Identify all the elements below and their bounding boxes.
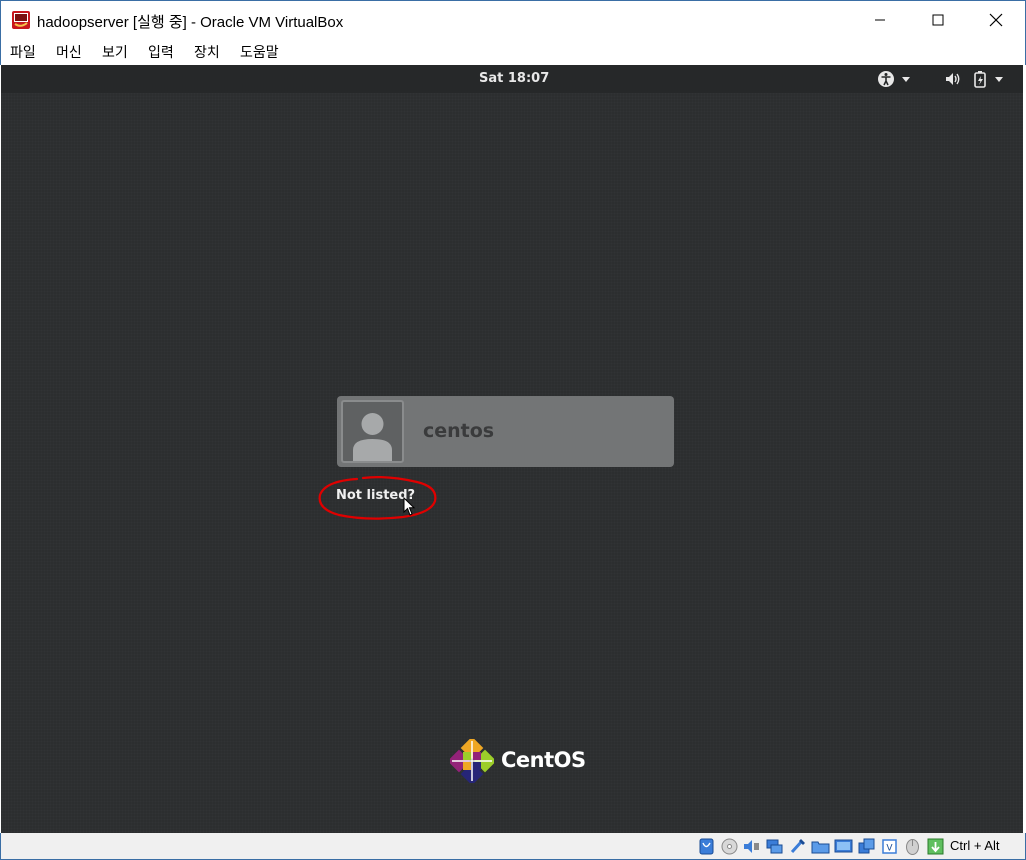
dropdown-arrow-icon [995, 77, 1003, 82]
audio-icon[interactable] [742, 837, 761, 856]
vm-display[interactable]: Sat 18:07 centos Not listed? CentOS [1, 65, 1023, 833]
centos-brand-name: CentOS [501, 748, 586, 772]
optical-drive-icon[interactable] [720, 837, 739, 856]
dropdown-arrow-icon [902, 77, 910, 82]
minimize-icon [875, 19, 885, 21]
svg-text:V: V [886, 844, 893, 854]
display-icon[interactable] [834, 837, 853, 856]
close-icon [989, 13, 1003, 27]
user-avatar-icon [341, 400, 404, 463]
menu-view[interactable]: 보기 [102, 42, 128, 62]
system-status-menu[interactable] [944, 70, 1006, 88]
menu-machine[interactable]: 머신 [56, 42, 82, 62]
maximize-icon [932, 14, 944, 26]
gnome-top-panel: Sat 18:07 [1, 65, 1023, 93]
accessibility-icon [878, 71, 894, 87]
mouse-integration-icon[interactable] [903, 837, 922, 856]
usb-icon[interactable] [788, 837, 807, 856]
window-title: hadoopserver [실행 중] - Oracle VM VirtualB… [37, 14, 344, 31]
hard-disk-icon[interactable] [697, 837, 716, 856]
vm-status-bar: V Ctrl + Alt [0, 833, 1026, 860]
mouse-cursor-icon [403, 497, 416, 516]
menu-input[interactable]: 입력 [148, 42, 174, 62]
cpu-icon[interactable]: V [880, 837, 899, 856]
close-button[interactable] [967, 1, 1025, 39]
accessibility-menu[interactable] [877, 70, 913, 88]
volume-icon [946, 73, 960, 85]
network-icon[interactable] [765, 837, 784, 856]
menu-file[interactable]: 파일 [10, 42, 36, 62]
window-title-bar[interactable]: hadoopserver [실행 중] - Oracle VM VirtualB… [0, 0, 1026, 38]
virtualbox-app-icon [12, 11, 30, 29]
minimize-button[interactable] [851, 1, 909, 39]
keyboard-capture-icon[interactable] [926, 837, 945, 856]
maximize-button[interactable] [909, 1, 967, 39]
centos-logo-icon [450, 739, 494, 783]
shared-folders-icon[interactable] [811, 837, 830, 856]
menu-help[interactable]: 도움말 [240, 42, 279, 62]
video-capture-icon[interactable] [857, 837, 876, 856]
battery-icon [974, 71, 986, 88]
menu-bar: 파일 머신 보기 입력 장치 도움말 [0, 38, 1026, 65]
host-key-label: Ctrl + Alt [950, 838, 1000, 853]
user-name: centos [423, 420, 495, 442]
user-list-item[interactable]: centos [337, 396, 674, 467]
clock[interactable]: Sat 18:07 [479, 71, 549, 86]
menu-devices[interactable]: 장치 [194, 42, 220, 62]
